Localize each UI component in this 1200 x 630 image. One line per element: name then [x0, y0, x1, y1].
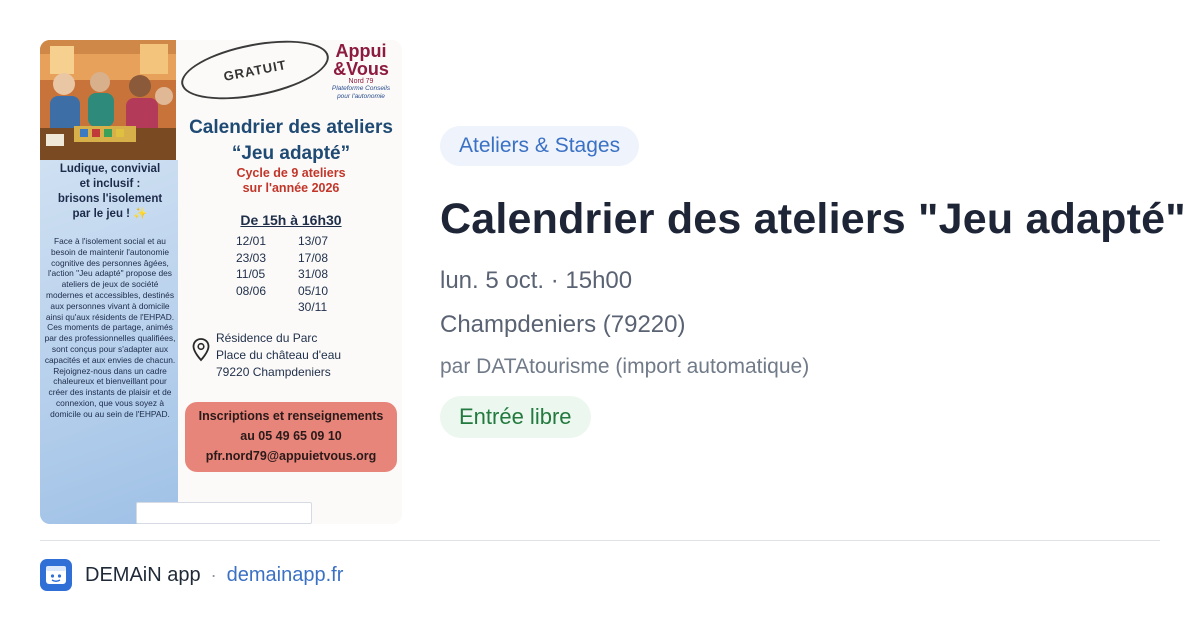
poster-photo — [40, 40, 176, 160]
poster-date: 30/11 — [298, 300, 328, 315]
poster-hours: De 15h à 16h30 — [240, 212, 342, 228]
event-location: Champdeniers (79220) — [440, 311, 686, 338]
poster-headline: Ludique, convivial et inclusif : brisons… — [57, 163, 163, 220]
poster-body-text: Face à l'isolement social et au besoin d… — [44, 236, 176, 419]
event-date-time: lun. 5 oct. · 15h00 — [440, 267, 633, 294]
event-card[interactable]: Ludique, convivial et inclusif : brisons… — [40, 40, 1186, 524]
poster-date: 11/05 — [236, 267, 266, 282]
poster-date: 13/07 — [298, 234, 329, 248]
poster-contact-box: Inscriptions et renseignements au 05 49 … — [185, 402, 397, 472]
map-pin-icon — [192, 338, 210, 367]
poster-dates: 12/01 13/07 23/03 17/08 11/05 31/08 08/0… — [236, 233, 356, 316]
event-info: Ateliers & Stages Calendrier des atelier… — [440, 126, 1186, 438]
poster-side-panel: Ludique, convivial et inclusif : brisons… — [40, 160, 178, 524]
poster-date: 12/01 — [236, 234, 267, 248]
footer-divider — [40, 540, 1160, 541]
poster-partner-logos — [136, 502, 312, 524]
footer-separator: · — [210, 564, 217, 585]
poster-subtitle: “Jeu adapté” — [231, 143, 351, 164]
poster-date: 17/08 — [298, 250, 329, 265]
poster-address: Résidence du Parc Place du château d'eau… — [216, 331, 342, 379]
poster-date: 05/10 — [298, 283, 329, 298]
site-footer: DEMAiN app · demainapp.fr — [40, 558, 343, 592]
poster-date: 31/08 — [298, 267, 329, 282]
category-badge[interactable]: Ateliers & Stages — [440, 126, 640, 166]
poster-cycle: Cycle de 9 ateliers sur l'année 2026 — [236, 166, 346, 195]
app-name: DEMAiN app — [85, 563, 201, 586]
poster-free-badge: GRATUIT — [176, 40, 334, 110]
appui-vous-logo: Appui &Vous Nord 79 Plateforme Conseils … — [331, 41, 391, 100]
domain-link[interactable]: demainapp.fr — [227, 564, 344, 587]
event-title[interactable]: Calendrier des ateliers "Jeu adapté" — [440, 194, 1186, 244]
poster-title: Calendrier des ateliers — [189, 117, 393, 138]
poster-date: 23/03 — [236, 250, 267, 265]
price-badge: Entrée libre — [440, 396, 591, 438]
poster-date: 08/06 — [236, 283, 267, 298]
demain-app-icon[interactable] — [40, 559, 72, 591]
event-poster-image: Ludique, convivial et inclusif : brisons… — [40, 40, 402, 524]
event-organizer: par DATAtourisme (import automatique) — [440, 355, 810, 378]
